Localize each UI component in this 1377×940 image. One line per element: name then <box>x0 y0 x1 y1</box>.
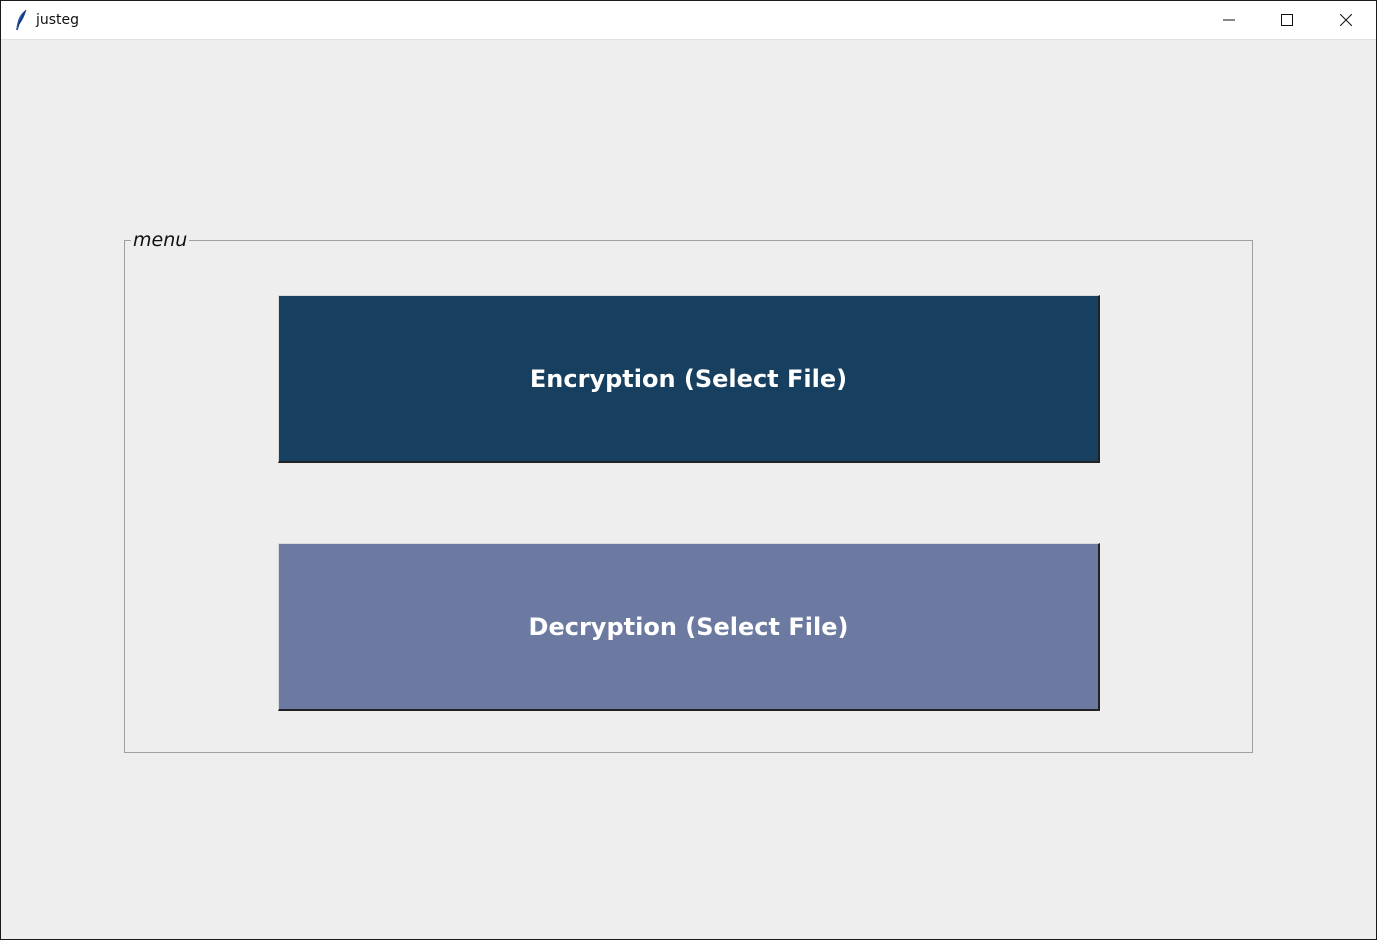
encryption-button-label: Encryption (Select File) <box>529 364 848 393</box>
menu-frame: menu Encryption (Select File) Decryption… <box>124 229 1253 753</box>
title-bar[interactable]: justeg <box>1 1 1376 40</box>
minimize-icon <box>1223 11 1235 30</box>
maximize-icon <box>1281 11 1293 30</box>
decryption-button[interactable]: Decryption (Select File) <box>278 543 1100 711</box>
menu-legend: menu <box>131 229 190 251</box>
encryption-button[interactable]: Encryption (Select File) <box>278 295 1100 463</box>
decryption-button-label: Decryption (Select File) <box>528 612 849 641</box>
close-button[interactable] <box>1317 1 1375 39</box>
close-icon <box>1339 11 1353 30</box>
app-window: justeg menu Encryption (Select File) Dec… <box>0 0 1377 940</box>
window-title: justeg <box>36 12 80 28</box>
feather-icon <box>13 9 29 31</box>
maximize-button[interactable] <box>1258 1 1316 39</box>
minimize-button[interactable] <box>1200 1 1258 39</box>
main-content: menu Encryption (Select File) Decryption… <box>1 40 1376 939</box>
